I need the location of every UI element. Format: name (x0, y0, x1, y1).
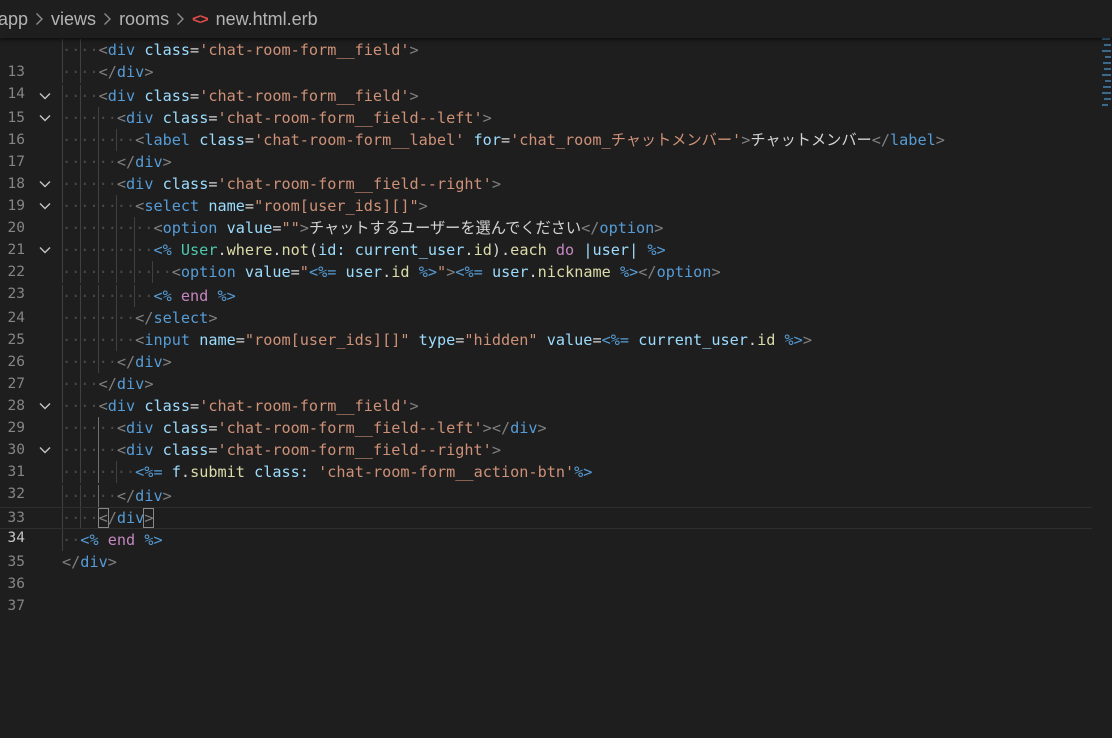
line-content: ····</div> (62, 375, 154, 393)
line-content: ··········<% User.where.not(id: current_… (62, 241, 666, 259)
code-line-current[interactable]: 34 ····</div> (0, 507, 1092, 546)
line-content: ······</div> (62, 353, 172, 371)
line-content: ······<div class='chat-room-form__field-… (62, 441, 501, 459)
line-content: ······</div> (62, 487, 172, 505)
breadcrumb: app views rooms <> new.html.erb (0, 0, 1112, 38)
breadcrumb-item-views[interactable]: views (51, 9, 96, 30)
chevron-down-icon[interactable] (37, 239, 53, 261)
code-line[interactable]: 30 ······<div class='chat-room-form__fie… (0, 417, 1092, 458)
line-content: ········</select> (62, 309, 218, 327)
line-content: ··········<% end %> (62, 287, 236, 305)
code-line[interactable]: 36 </div> (0, 551, 1092, 592)
line-content: ······<div class='chat-room-form__field-… (62, 419, 547, 437)
chevron-down-icon[interactable] (37, 173, 53, 195)
code-line[interactable]: 26 ········<input name="room[user_ids][]… (0, 329, 1092, 370)
code-line[interactable]: 37 (0, 573, 1092, 614)
line-number: 37 (7, 598, 25, 614)
code-line[interactable]: 28 ····</div> (0, 373, 1092, 414)
html-file-icon: <> (192, 10, 209, 28)
code-line[interactable]: 35 ··<% end %> (0, 529, 1092, 570)
line-content: ······</div> (62, 153, 172, 171)
code-line[interactable]: 14 ····</div> (0, 61, 1092, 102)
line-content: ········<select name="room[user_ids][]"> (62, 197, 428, 215)
chevron-right-icon (176, 12, 185, 26)
line-content: ········<label class='chat-room-form__la… (62, 131, 945, 149)
line-content: ······<div class='chat-room-form__field-… (62, 175, 501, 193)
chevron-down-icon[interactable] (37, 439, 53, 461)
code-line[interactable]: 18 ······</div> (0, 151, 1092, 192)
breadcrumb-item-rooms[interactable]: rooms (119, 9, 169, 30)
code-line[interactable]: 21 ··········<option value="">チャットするユーザー… (0, 217, 1092, 258)
code-line[interactable]: 23 ············<option value="<%= user.i… (0, 261, 1092, 302)
code-line[interactable]: 16 ······<div class='chat-room-form__fie… (0, 107, 1092, 148)
line-content: ············<option value="<%= user.id %… (62, 263, 721, 281)
code-line[interactable]: 27 ······</div> (0, 351, 1092, 392)
line-content: ········<input name="room[user_ids][]" t… (62, 331, 812, 349)
code-line[interactable]: 15 ····<div class='chat-room-form__field… (0, 85, 1092, 126)
code-line[interactable]: 25 ········</select> (0, 307, 1092, 348)
code-line[interactable]: 20 ········<select name="room[user_ids][… (0, 195, 1092, 236)
line-content: ··<% end %> (62, 531, 163, 549)
code-line[interactable]: 32 ········<%= f.submit class: 'chat-roo… (0, 461, 1092, 502)
code-line[interactable]: 24 ··········<% end %> (0, 285, 1092, 326)
line-content: ····</div> (62, 63, 154, 81)
chevron-down-icon[interactable] (37, 107, 53, 129)
line-content: ····<div class='chat-room-form__field'> (62, 87, 419, 105)
line-content: ········<%= f.submit class: 'chat-room-f… (62, 463, 593, 481)
chevron-right-icon (103, 12, 112, 26)
code-line[interactable]: 33 ······</div> (0, 485, 1092, 526)
minimap[interactable] (1100, 38, 1112, 108)
line-content: ····<div class='chat-room-form__field'> (62, 41, 419, 59)
breadcrumb-item-app[interactable]: app (0, 9, 28, 30)
line-content: ····</div> (62, 508, 155, 528)
line-content: ··········<option value="">チャットするユーザーを選ん… (62, 219, 664, 237)
breadcrumb-item-file[interactable]: new.html.erb (216, 9, 318, 30)
chevron-down-icon[interactable] (37, 395, 53, 417)
code-line[interactable]: 29 ····<div class='chat-room-form__field… (0, 395, 1092, 436)
code-line[interactable]: 31 ······<div class='chat-room-form__fie… (0, 439, 1092, 480)
chevron-down-icon[interactable] (37, 85, 53, 107)
chevron-right-icon (35, 12, 44, 26)
code-line[interactable]: 19 ······<div class='chat-room-form__fie… (0, 173, 1092, 214)
line-content: </div> (62, 553, 117, 571)
code-line[interactable]: 13 ····<div class='chat-room-form__field… (0, 39, 1092, 80)
code-line[interactable]: 22 ··········<% User.where.not(id: curre… (0, 239, 1092, 280)
chevron-down-icon[interactable] (37, 195, 53, 217)
line-content: ······<div class='chat-room-form__field-… (62, 109, 492, 127)
code-line[interactable]: 17 ········<label class='chat-room-form_… (0, 129, 1092, 170)
code-editor[interactable]: 13 ····<div class='chat-room-form__field… (0, 38, 1112, 738)
line-content: ····<div class='chat-room-form__field'> (62, 397, 419, 415)
